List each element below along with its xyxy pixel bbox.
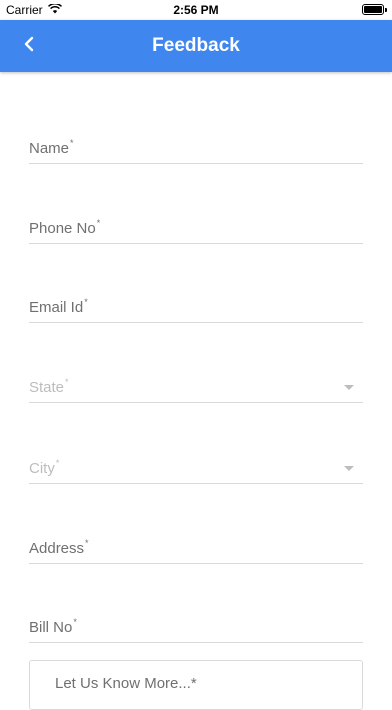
page-title: Feedback [152,35,240,56]
required-mark: * [73,617,77,627]
feedback-placeholder: Let Us Know More...* [55,675,197,692]
address-field[interactable]: Address* [29,536,363,564]
name-label: Name* [29,138,74,157]
required-mark: * [65,377,69,387]
required-mark: * [96,218,101,228]
phone-field[interactable]: Phone No* [29,216,363,244]
email-label: Email Id* [29,297,88,316]
name-field[interactable]: Name* [29,136,363,164]
bill-label: Bill No* [29,617,77,636]
city-select[interactable]: City* [29,456,363,484]
bill-field[interactable]: Bill No* [29,615,363,643]
phone-label: Phone No* [29,218,101,237]
address-label: Address* [29,538,89,557]
state-select[interactable]: State* [29,375,363,403]
battery-tip [385,8,387,12]
status-time: 2:56 PM [173,3,219,17]
status-bar: Carrier 2:56 PM [0,0,392,20]
state-label: State* [29,377,69,396]
city-label: City* [29,458,60,477]
required-mark: * [55,458,60,468]
battery-level [364,6,382,13]
battery-icon [362,4,387,15]
required-mark: * [85,538,89,548]
dropdown-arrow-icon [344,466,354,471]
required-mark: * [84,297,88,307]
feedback-textarea[interactable]: Let Us Know More...* [29,660,363,710]
nav-bar: Feedback [0,20,392,72]
dropdown-arrow-icon [344,385,354,390]
email-field[interactable]: Email Id* [29,295,363,323]
required-mark: * [70,138,74,148]
